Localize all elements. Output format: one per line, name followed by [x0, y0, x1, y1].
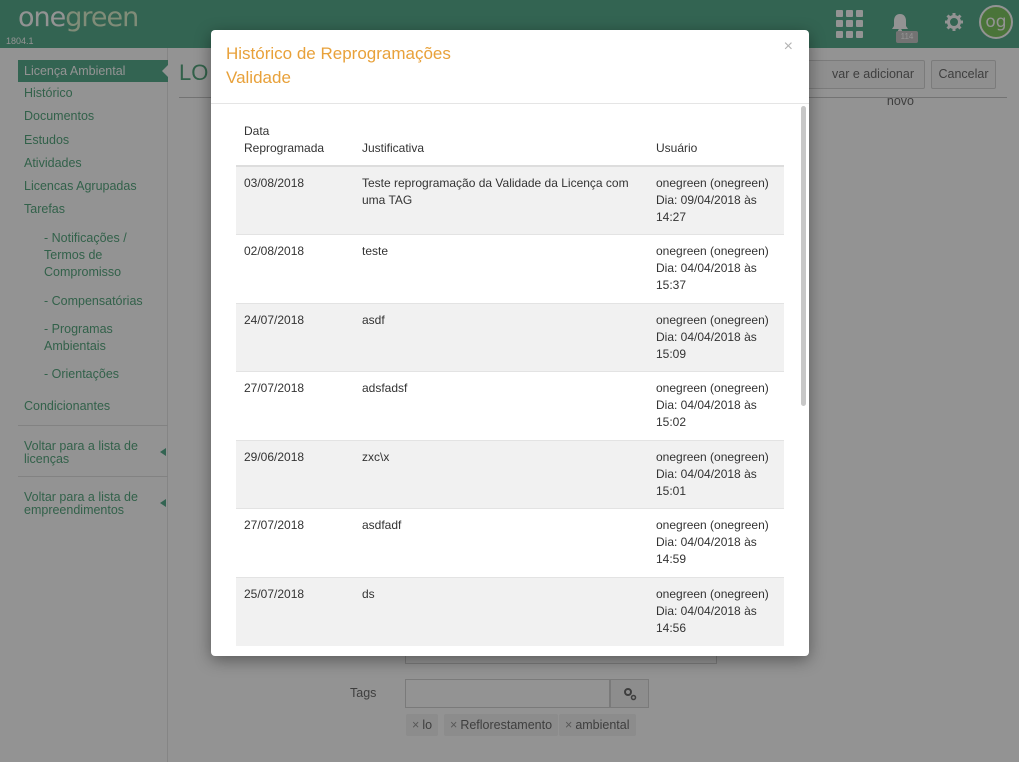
table-row: 29/06/2018 zxc\x onegreen (onegreen) Dia: 0…: [236, 439, 784, 509]
close-icon[interactable]: ×: [784, 38, 793, 56]
table-row: 25/07/2018 ds onegreen (onegreen) Dia: 04/0…: [236, 576, 784, 646]
modal-title-line2: Validade: [226, 68, 291, 87]
cell-user-line: onegreen (onegreen): [656, 176, 769, 190]
column-header-date: Data Reprogramada: [236, 119, 354, 167]
cell-user-line: 14:56: [656, 620, 687, 635]
cell-user-line: Dia: 04/04/2018 às: [656, 261, 757, 275]
cell-date: 02/08/2018: [236, 234, 354, 303]
cell-user-line: 15:37: [656, 278, 687, 292]
cell-user-line: Dia: 04/04/2018 às: [656, 329, 757, 344]
reprogramming-history-modal: Histórico de Reprogramações Validade × D…: [211, 30, 809, 656]
cell-date: 25/07/2018: [236, 576, 354, 646]
cell-date: 24/07/2018: [236, 302, 354, 372]
cell-user-line: 14:27: [656, 210, 687, 224]
cell-date: 27/07/2018: [236, 508, 354, 577]
cell-user-line: Dia: 04/04/2018 às: [656, 603, 757, 618]
cell-user-line: Dia: 04/04/2018 às: [656, 466, 757, 481]
cell-user: onegreen (onegreen) Dia: 04/04/2018 às 14:…: [648, 508, 784, 577]
cell-user-line: 15:02: [656, 415, 687, 429]
cell-justification: asdfadf: [354, 508, 648, 577]
cell-user-line: onegreen (onegreen): [656, 244, 769, 258]
modal-title: Histórico de Reprogramações Validade: [226, 42, 451, 90]
column-header-user: Usuário: [648, 119, 784, 167]
cell-user-line: 14:59: [656, 552, 687, 566]
cell-date: 29/06/2018: [236, 439, 354, 509]
column-header-justification: Justificativa: [354, 119, 648, 167]
cell-justification: asdf: [354, 302, 648, 372]
cell-user: onegreen (onegreen) Dia: 04/04/2018 às 15:…: [648, 439, 784, 509]
cell-user-line: onegreen (onegreen): [656, 518, 769, 532]
cell-user-line: 15:09: [656, 346, 687, 361]
cell-user-line: onegreen (onegreen): [656, 381, 769, 395]
table-row: 24/07/2018 asdf onegreen (onegreen) Dia: 04…: [236, 302, 784, 372]
cell-user-line: Dia: 04/04/2018 às: [656, 535, 757, 549]
cell-justification: ds: [354, 576, 648, 646]
cell-justification: zxc\x: [354, 439, 648, 509]
cell-justification: adsfadsf: [354, 371, 648, 440]
history-table: Data Reprogramada Justificativa Usuário 0…: [236, 119, 784, 646]
table-row: 27/07/2018 adsfadsf onegreen (onegreen) Dia…: [236, 371, 784, 440]
cell-user: onegreen (onegreen) Dia: 04/04/2018 às 14:…: [648, 576, 784, 646]
cell-date: 27/07/2018: [236, 371, 354, 440]
cell-user-line: onegreen (onegreen): [656, 312, 769, 327]
cell-user: onegreen (onegreen) Dia: 04/04/2018 às 15:…: [648, 371, 784, 440]
modal-scrollbar[interactable]: [801, 106, 806, 406]
cell-user: onegreen (onegreen) Dia: 04/04/2018 às 15:…: [648, 302, 784, 372]
cell-user-line: Dia: 04/04/2018 às: [656, 398, 757, 412]
cell-user-line: 15:01: [656, 483, 687, 498]
modal-title-line1: Histórico de Reprogramações: [226, 44, 451, 63]
table-row: 03/08/2018 Teste reprogramação da Validad…: [236, 165, 784, 235]
cell-date: 03/08/2018: [236, 165, 354, 235]
cell-user: onegreen (onegreen) Dia: 04/04/2018 às 15:…: [648, 234, 784, 303]
cell-user-line: Dia: 09/04/2018 às: [656, 193, 757, 207]
cell-justification: teste: [354, 234, 648, 303]
cell-justification: Teste reprogramação da Validade da Licen…: [354, 165, 648, 235]
table-row: 02/08/2018 teste onegreen (onegreen) Dia: 0…: [236, 234, 784, 303]
table-header-row: Data Reprogramada Justificativa Usuário: [236, 119, 784, 167]
modal-header: Histórico de Reprogramações Validade ×: [211, 30, 809, 104]
modal-body: Data Reprogramada Justificativa Usuário 0…: [211, 105, 809, 656]
cell-user: onegreen (onegreen) Dia: 09/04/2018 às 14:…: [648, 165, 784, 235]
cell-user-line: onegreen (onegreen): [656, 449, 769, 464]
cell-user-line: onegreen (onegreen): [656, 586, 769, 601]
table-row: 27/07/2018 asdfadf onegreen (onegreen) Dia:…: [236, 508, 784, 577]
